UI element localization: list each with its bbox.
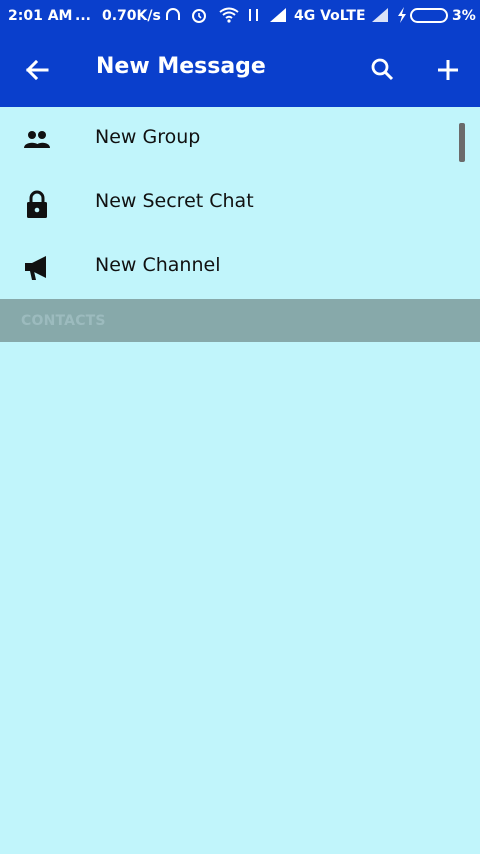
alarm-icon [192, 9, 206, 23]
menu-item-new-group[interactable]: New Group [0, 107, 480, 171]
contacts-section-header: CONTACTS [0, 299, 480, 342]
contacts-header-label: CONTACTS [21, 313, 106, 329]
menu-item-new-channel[interactable]: New Channel [0, 235, 480, 299]
data-arrows-icon [249, 9, 258, 21]
signal-icon [270, 8, 286, 22]
headphones-icon [166, 8, 180, 20]
lock-icon [27, 190, 47, 218]
search-icon[interactable] [364, 52, 400, 88]
menu-item-label: New Channel [95, 254, 221, 276]
status-more: ... [75, 8, 91, 24]
plus-icon[interactable] [430, 52, 466, 88]
arrow-left-icon[interactable] [19, 52, 55, 88]
group-icon [24, 131, 50, 148]
menu-item-label: New Group [95, 126, 201, 148]
status-network: 4G VoLTE [294, 8, 366, 24]
charging-icon [398, 7, 406, 23]
scrollbar[interactable] [459, 123, 465, 162]
signal-icon-2 [372, 8, 388, 22]
status-bar: 2:01 AM ... 0.70K/s 4G VoLTE 3% [0, 0, 480, 32]
status-speed: 0.70K/s [102, 8, 161, 24]
status-battery: 3% [452, 8, 476, 24]
wifi-icon [219, 7, 239, 23]
battery-icon [410, 8, 448, 23]
menu-item-new-secret-chat[interactable]: New Secret Chat [0, 171, 480, 235]
status-time: 2:01 AM [8, 8, 73, 24]
app-bar: New Message [0, 32, 480, 107]
page-title: New Message [96, 54, 266, 79]
megaphone-icon [25, 256, 46, 280]
menu-item-label: New Secret Chat [95, 190, 254, 212]
